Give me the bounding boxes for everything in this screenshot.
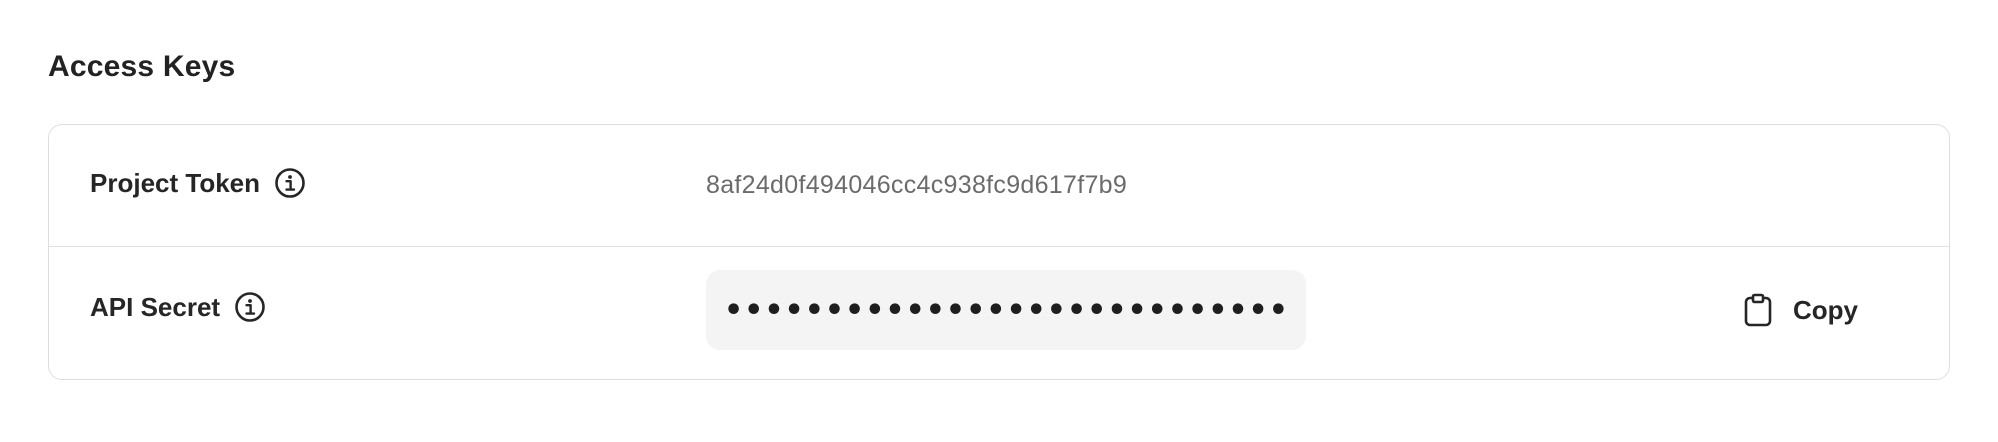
clipboard-icon [1743,293,1773,327]
project-token-label-group: Project Token [90,167,306,199]
api-secret-label: API Secret [90,291,221,322]
project-token-label: Project Token [90,167,261,198]
api-secret-label-group: API Secret [90,291,266,323]
info-icon[interactable] [234,291,266,323]
section-title: Access Keys [48,50,236,83]
project-token-value: 8af24d0f494046cc4c938fc9d617f7b9 [706,171,1128,199]
api-secret-field[interactable] [706,270,1306,350]
copy-button[interactable]: Copy [1743,293,1858,327]
copy-button-label: Copy [1793,294,1858,325]
api-secret-row: API Secret Copy [49,247,1949,379]
project-token-row: Project Token 8af24d0f494046cc4c938fc9d6… [49,125,1949,247]
info-icon[interactable] [274,167,306,199]
access-keys-card: Project Token 8af24d0f494046cc4c938fc9d6… [48,124,1950,380]
